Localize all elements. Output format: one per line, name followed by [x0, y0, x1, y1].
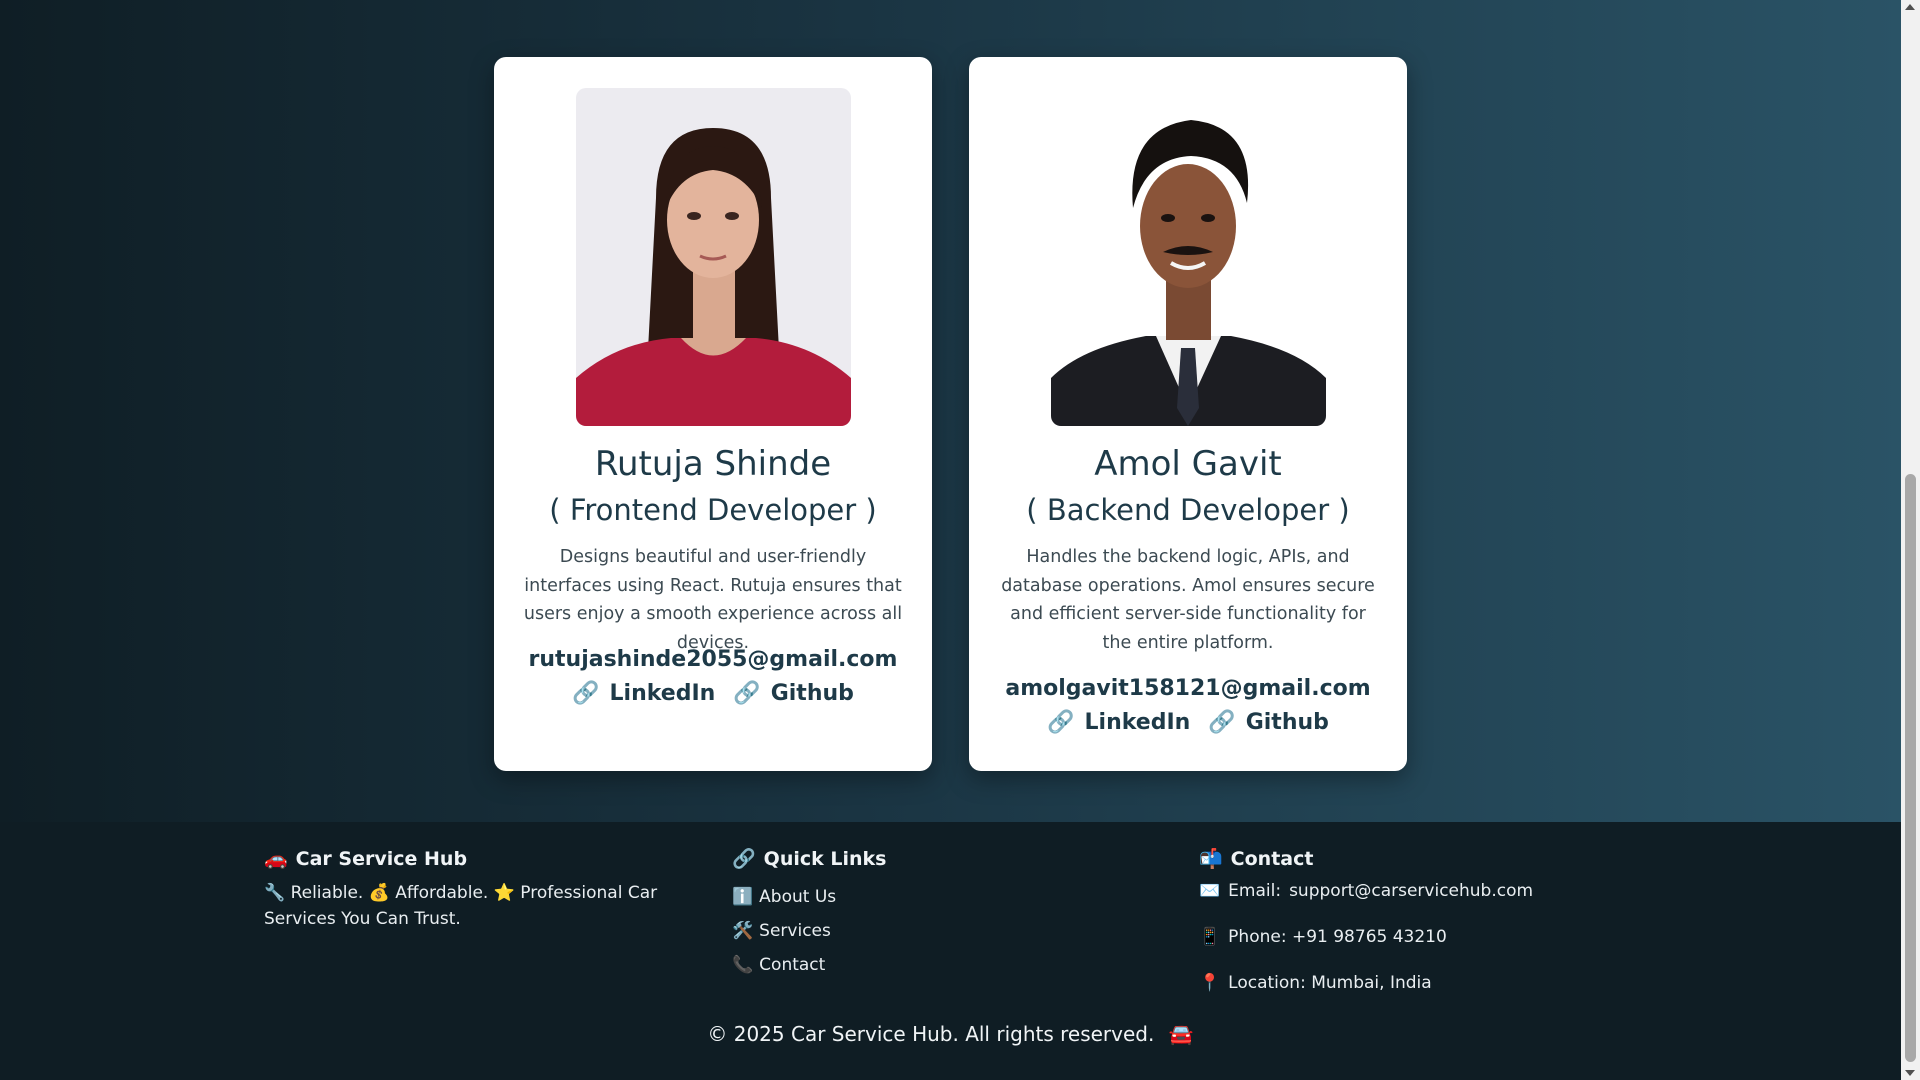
member-name: Rutuja Shinde: [594, 444, 832, 484]
member-email-link[interactable]: amolgavit158121@gmail.com: [969, 676, 1407, 701]
site-footer: 🚗 Car Service Hub 🔧 Reliable. 💰 Affordab…: [0, 822, 1901, 1080]
phone-icon: 📞: [732, 955, 754, 975]
quick-links-heading: Quick Links: [763, 847, 887, 870]
contact-heading: Contact: [1230, 847, 1314, 870]
contact-phone: 📱 Phone: +91 98765 43210: [1199, 914, 1619, 960]
github-label: Github: [1245, 710, 1329, 735]
copyright-line: © 2025 Car Service Hub. All rights reser…: [0, 1022, 1901, 1046]
footer-contact: 📬 Contact ✉️ Email: support@carservicehu…: [1199, 847, 1619, 1006]
profile-photo: [576, 88, 851, 426]
linkedin-label: LinkedIn: [1084, 710, 1191, 735]
github-link[interactable]: 🔗 Github: [733, 681, 854, 706]
info-icon: ℹ️: [732, 887, 754, 907]
link-icon: 🔗: [1047, 710, 1075, 735]
linkedin-link[interactable]: 🔗 LinkedIn: [572, 681, 715, 706]
tools-icon: 🛠️: [732, 921, 754, 941]
car-icon: 🚘: [1168, 1022, 1194, 1046]
footer-quick-links: 🔗 Quick Links ℹ️ About Us 🛠️ Services 📞 …: [732, 847, 1132, 982]
scroll-thumb[interactable]: [1905, 474, 1916, 1062]
contact-title: 📬 Contact: [1199, 847, 1619, 871]
profile-photo: [1051, 88, 1326, 426]
contact-location: 📍 Location: Mumbai, India: [1199, 960, 1619, 1006]
linkedin-link[interactable]: 🔗 LinkedIn: [1047, 710, 1190, 735]
github-link[interactable]: 🔗 Github: [1208, 710, 1329, 735]
pin-icon: 📍: [1199, 973, 1221, 993]
footer-link-label: About Us: [759, 887, 837, 907]
envelope-icon: ✉️: [1199, 881, 1221, 901]
member-role: ( Backend Developer ): [1026, 493, 1350, 527]
member-role: ( Frontend Developer ): [549, 493, 877, 527]
footer-link-services[interactable]: 🛠️ Services: [732, 914, 1132, 948]
mobile-icon: 📱: [1199, 927, 1221, 947]
copyright-text: © 2025 Car Service Hub. All rights reser…: [707, 1022, 1155, 1046]
member-email-link[interactable]: rutujashinde2055@gmail.com: [494, 647, 932, 672]
team-card-amol: Amol Gavit ( Backend Developer ) Handles…: [969, 57, 1407, 771]
linkedin-label: LinkedIn: [609, 681, 716, 706]
phone-text: Phone: +91 98765 43210: [1228, 927, 1447, 947]
footer-brand: 🚗 Car Service Hub 🔧 Reliable. 💰 Affordab…: [264, 847, 704, 932]
team-section: Rutuja Shinde ( Frontend Developer ) Des…: [0, 0, 1901, 822]
member-description: Handles the backend logic, APIs, and dat…: [1001, 547, 1375, 653]
brand-name: Car Service Hub: [295, 847, 468, 870]
footer-link-label: Contact: [759, 955, 826, 975]
page-scrollbar[interactable]: [1901, 0, 1920, 1080]
member-social-links: 🔗 LinkedIn 🔗 Github: [969, 710, 1407, 735]
link-icon: 🔗: [732, 848, 756, 870]
footer-link-label: Services: [759, 921, 831, 941]
location-text: Location: Mumbai, India: [1228, 973, 1432, 993]
scroll-down-arrow-icon[interactable]: [1905, 1070, 1915, 1076]
member-social-links: 🔗 LinkedIn 🔗 Github: [494, 681, 932, 706]
link-icon: 🔗: [733, 681, 761, 706]
member-name: Amol Gavit: [1094, 444, 1282, 484]
footer-brand-title: 🚗 Car Service Hub: [264, 847, 704, 871]
portrait-rutuja-image: [576, 88, 851, 426]
member-description: Designs beautiful and user-friendly inte…: [523, 547, 903, 653]
email-label: Email:: [1228, 881, 1282, 901]
link-icon: 🔗: [572, 681, 600, 706]
contact-email: ✉️ Email: support@carservicehub.com: [1199, 868, 1619, 914]
portrait-amol-image: [1051, 88, 1326, 426]
footer-link-contact[interactable]: 📞 Contact: [732, 948, 1132, 982]
car-icon: 🚗: [264, 848, 288, 870]
scroll-up-arrow-icon[interactable]: [1905, 4, 1915, 10]
footer-link-about[interactable]: ℹ️ About Us: [732, 880, 1132, 914]
link-icon: 🔗: [1208, 710, 1236, 735]
support-email-link[interactable]: support@carservicehub.com: [1289, 881, 1533, 901]
mailbox-icon: 📬: [1199, 848, 1223, 870]
quick-links-title: 🔗 Quick Links: [732, 847, 1132, 871]
brand-tagline: 🔧 Reliable. 💰 Affordable. ⭐ Professional…: [264, 883, 658, 929]
team-card-rutuja: Rutuja Shinde ( Frontend Developer ) Des…: [494, 57, 932, 771]
github-label: Github: [770, 681, 854, 706]
